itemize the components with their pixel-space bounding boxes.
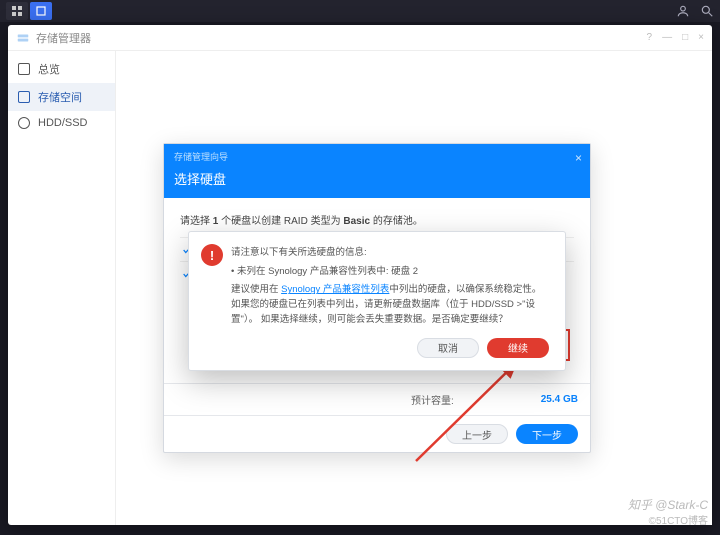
sidebar-item-label: HDD/SSD [38, 117, 88, 129]
sidebar: 总览 存储空间 HDD/SSD [8, 51, 116, 525]
wizard-instruction: 请选择 1 个硬盘以创建 RAID 类型为 Basic 的存储池。 [180, 212, 574, 227]
continue-button[interactable]: 继续 [487, 338, 549, 358]
cancel-button[interactable]: 取消 [417, 338, 479, 358]
wizard-close-icon[interactable]: × [575, 151, 582, 165]
storage-manager-window: 存储管理器 ? — □ × 总览 存储空间 HDD/SSD [8, 25, 712, 525]
app-icon [16, 31, 30, 45]
user-icon[interactable] [676, 4, 690, 18]
storage-icon [18, 91, 30, 103]
alert-body: 建议使用在 Synology 产品兼容性列表中列出的硬盘，以确保系统稳定性。如果… [231, 283, 549, 327]
sidebar-item-storage[interactable]: 存储空间 [8, 83, 115, 111]
alert-heading: 请注意以下有关所选硬盘的信息: [231, 246, 549, 261]
close-button[interactable]: × [698, 32, 704, 43]
taskbar-app-grid[interactable] [6, 2, 28, 20]
compat-list-link[interactable]: Synology 产品兼容性列表 [281, 284, 389, 295]
help-button[interactable]: ? [647, 32, 653, 43]
alert-bullet: • 未列在 Synology 产品兼容性列表中: 硬盘 2 [231, 265, 549, 280]
desktop-taskbar [0, 0, 720, 22]
minimize-button[interactable]: — [662, 32, 672, 43]
window-title: 存储管理器 [36, 30, 91, 46]
back-button[interactable]: 上一步 [446, 424, 508, 444]
sidebar-item-label: 存储空间 [38, 89, 82, 105]
window-titlebar: 存储管理器 ? — □ × [8, 25, 712, 51]
maximize-button[interactable]: □ [682, 32, 688, 43]
sidebar-item-hdd[interactable]: HDD/SSD [8, 111, 115, 135]
sidebar-item-label: 总览 [38, 61, 60, 77]
sidebar-item-overview[interactable]: 总览 [8, 55, 115, 83]
wizard-title: 选择硬盘 × [164, 165, 590, 198]
taskbar-app-storage[interactable] [30, 2, 52, 20]
next-button[interactable]: 下一步 [516, 424, 578, 444]
hdd-icon [18, 117, 30, 129]
alert-icon: ! [201, 244, 223, 266]
overview-icon [18, 63, 30, 75]
capacity-label: 预计容量: [411, 392, 454, 407]
alert-dialog: ! 请注意以下有关所选硬盘的信息: • 未列在 Synology 产品兼容性列表… [188, 231, 566, 371]
wizard-breadcrumb: 存储管理向导 [164, 144, 590, 165]
capacity-value: 25.4 GB [541, 394, 578, 405]
search-icon[interactable] [700, 4, 714, 18]
main-content: 存储管理向导 选择硬盘 × 请选择 1 个硬盘以创建 RAID 类型为 Basi… [116, 51, 712, 525]
